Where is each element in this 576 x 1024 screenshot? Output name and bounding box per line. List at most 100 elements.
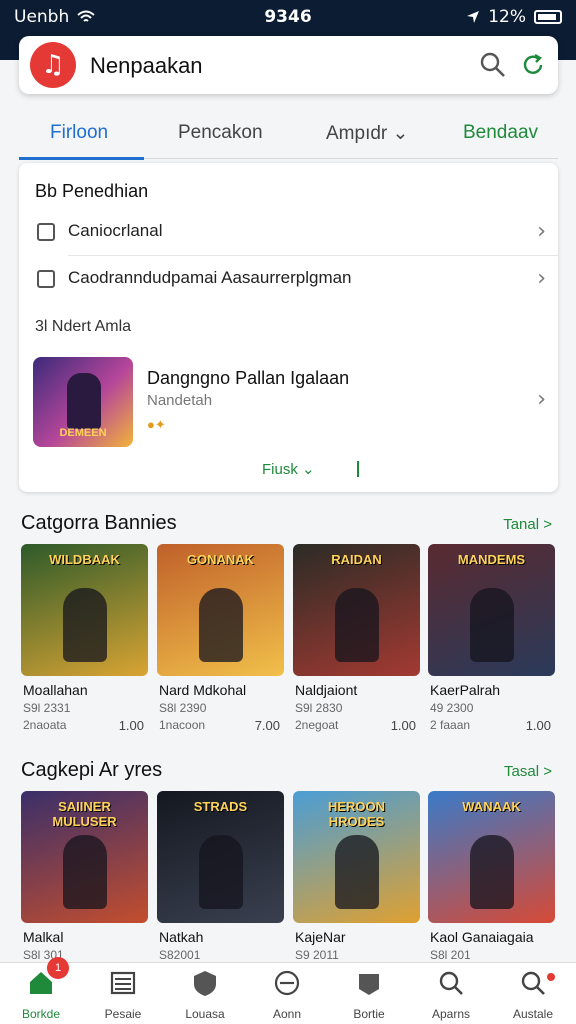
featured-game-thumbnail[interactable]: DEMEEN [33,357,133,447]
music-note-icon[interactable]: ♫ [30,42,76,88]
thumbnail-title: MANDEMS [457,552,526,567]
thumbnail-title: WANAAK [462,799,521,814]
refresh-button[interactable] [518,50,548,80]
tab-bar: Firloon Pencakon Ampıdr ⌄ Bendaav [0,108,576,160]
game-meta: 2 faaan [430,718,471,732]
nav-item-pesaie[interactable]: Pesaie [82,969,164,1021]
see-all-link[interactable]: Tasal > [504,763,552,780]
location-arrow-icon [467,11,480,23]
nav-label: Aparns [431,1007,471,1021]
status-bar: Uenbh 9346 12% [0,0,576,34]
nav-item-bortie[interactable]: Bortie [328,969,410,1021]
thumbnail-title: HEROON HRODES [327,799,386,829]
nav-label: Aonn [272,1007,302,1021]
nav-label: Pesaie [104,1007,142,1021]
filter-row[interactable]: Caodranndudpamai Aasaurrerplgman › [19,260,558,304]
search-button[interactable] [478,50,508,80]
game-card[interactable]: SAIINER MULUSER Malkal S8l 301 [21,791,148,962]
checkbox[interactable] [37,270,55,288]
nav-label: Austale [512,1007,554,1021]
game-thumbnail[interactable]: MANDEMS [428,544,555,676]
game-card[interactable]: HEROON HRODES KajeNar S9 2011 [293,791,420,962]
game-card[interactable]: RAIDAN Naldjaiont S9l 2830 2negoat 1.00 [293,544,420,733]
game-name: Malkal [23,929,64,945]
game-thumbnail[interactable]: GONANAK [157,544,284,676]
game-thumbnail[interactable]: HEROON HRODES [293,791,420,923]
notification-badge: 1 [47,957,69,979]
thumbnail-title: SAIINER MULUSER [52,799,117,829]
thumbnail-title: GONANAK [186,552,255,567]
filter-card: Bb Penedhian Caniocrlanal › Caodranndudp… [19,163,558,492]
tab-pencakon[interactable]: Pencakon [178,122,263,144]
nav-label: Bortie [353,1007,385,1021]
featured-subheading: 3l Ndert Amla [35,318,132,335]
game-meta: 1nacoon [159,718,206,732]
game-meta: S82001 [159,948,201,962]
game-card[interactable]: WILDBAAK Moallahan S9l 2331 2naoata 1.00 [21,544,148,733]
nav-item-aonn[interactable]: Aonn [246,969,328,1021]
section-title: Catgorra Bannies [21,512,177,534]
game-meta: S8l 2390 [159,701,207,715]
nav-item-austale[interactable]: Austale [492,969,574,1021]
filter-row[interactable]: Caniocrlanal › [19,213,558,257]
notification-dot [547,973,555,981]
game-price: 1.00 [525,718,551,733]
tab-bendaav[interactable]: Bendaav [463,122,538,144]
game-card[interactable]: STRADS Natkah S82001 [157,791,284,962]
nav-label: Borkde [21,1007,61,1021]
search-alt-icon [492,969,574,1001]
game-meta: S9l 2830 [295,701,343,715]
game-name: Naldjaiont [295,682,358,698]
thumbnail-title: RAIDAN [331,552,382,567]
rating-badge-icon: ●✦ [147,417,166,432]
game-name: KaerPalrah [430,682,501,698]
show-more-link[interactable]: Fiusk ⌄ [262,460,315,478]
hero-figure [199,588,243,662]
game-price: 1.00 [118,718,144,733]
refresh-icon [523,53,543,74]
thumbnail-title: WILDBAAK [49,552,120,567]
game-thumbnail[interactable]: STRADS [157,791,284,923]
home-icon [0,969,82,1001]
battery-icon [534,10,562,24]
game-thumbnail[interactable]: RAIDAN [293,544,420,676]
game-name: Moallahan [23,682,88,698]
nav-item-aparns[interactable]: Aparns [410,969,492,1021]
divider [68,255,558,256]
battery-percent: 12% [488,7,526,27]
tab-ampidr[interactable]: Ampıdr ⌄ [326,122,408,145]
game-name: Natkah [159,929,204,945]
hero-figure [63,835,107,909]
active-tab-indicator [19,157,144,160]
hero-figure [67,373,101,429]
game-card[interactable]: MANDEMS KaerPalrah 49 2300 2 faaan 1.00 [428,544,555,733]
hero-figure [335,835,379,909]
nav-item-louasa[interactable]: Louasa [164,969,246,1021]
tab-divider [144,158,558,159]
game-card[interactable]: GONANAK Nard Mdkohal S8l 2390 1nacoon 7.00 [157,544,284,733]
game-name: Kaol Ganaiagaia [430,929,534,945]
game-meta: 2naoata [23,718,67,732]
game-meta: S9l 2331 [23,701,71,715]
game-thumbnail[interactable]: WILDBAAK [21,544,148,676]
game-thumbnail[interactable]: WANAAK [428,791,555,923]
game-thumbnail[interactable]: SAIINER MULUSER [21,791,148,923]
map-icon [328,969,410,1001]
divider [357,461,359,477]
featured-game-title[interactable]: Dangngno Pallan Igalaan [147,368,349,389]
nav-item-borkde[interactable]: Borkde 1 [0,957,82,1021]
game-card[interactable]: WANAAK Kaol Ganaiagaia S8l 201 [428,791,555,962]
game-meta: 2negoat [295,718,339,732]
chevron-right-icon[interactable]: › [537,387,546,412]
tab-firloon[interactable]: Firloon [50,122,108,144]
list-icon [82,969,164,1001]
nav-label: Louasa [185,1007,225,1021]
bottom-navigation: Borkde 1 Pesaie Louasa Aonn Bortie Aparns Austa… [0,957,576,1024]
featured-game-subtitle: Nandetah [147,392,213,409]
hero-figure [63,588,107,662]
game-meta: S9 2011 [295,948,339,962]
checkbox[interactable] [37,223,55,241]
see-all-link[interactable]: Tanal > [503,516,552,533]
search-icon [410,969,492,1001]
hero-figure [470,588,514,662]
